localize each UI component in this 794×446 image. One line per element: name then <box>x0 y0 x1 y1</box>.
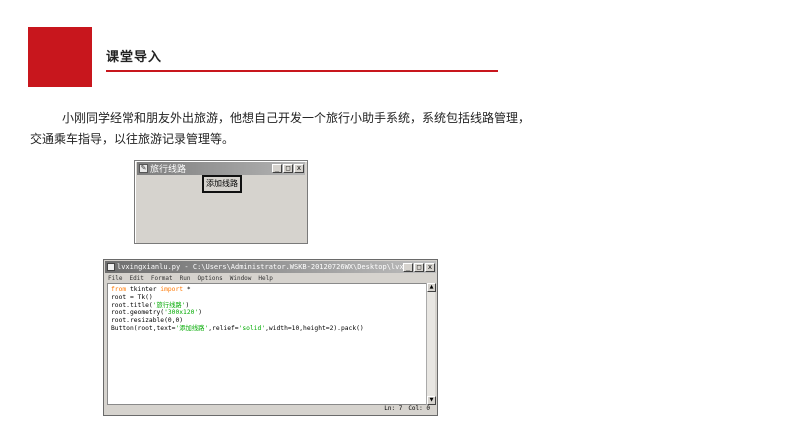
code-string: '300x120' <box>164 309 199 317</box>
code-editor[interactable]: from tkinter import * root = Tk() root.tit… <box>107 283 427 405</box>
menu-format[interactable]: Format <box>151 275 173 282</box>
header-divider <box>106 70 498 72</box>
close-button[interactable]: x <box>294 164 304 173</box>
feather-icon: ✎ <box>139 164 148 173</box>
code-text: Button(root,text= <box>111 324 176 332</box>
code-text: ) <box>198 309 202 317</box>
code-string: 'solid' <box>238 324 266 332</box>
code-text: ) <box>185 301 190 309</box>
vertical-scrollbar[interactable]: ▲ ▼ <box>426 283 436 405</box>
intro-paragraph: 小刚同学经常和朋友外出旅游，他想自己开发一个旅行小助手系统，系统包括线路管理，交… <box>30 111 531 146</box>
menu-file[interactable]: File <box>108 275 122 282</box>
code-text: root.resizable(0,0) <box>111 317 184 325</box>
code-line: root.geometry('300x120') <box>111 309 423 317</box>
header-accent-block <box>28 27 92 87</box>
code-string: '旅行线路' <box>152 301 186 309</box>
tk-window-titlebar[interactable]: ✎ 旅行线路 _ □ x <box>137 162 305 175</box>
idle-editor-window: lvxingxianlu.py - C:\Users\Administrator… <box>103 259 438 416</box>
code-text: root = Tk() <box>111 293 153 301</box>
page-title: 课堂导入 <box>106 50 163 65</box>
status-bar: Ln: 7 Col: 0 <box>107 405 434 414</box>
tk-app-window: ✎ 旅行线路 _ □ x 添加线路 <box>134 160 308 244</box>
menu-edit[interactable]: Edit <box>129 275 143 282</box>
code-text: * <box>183 286 191 293</box>
code-keyword: from <box>111 286 127 293</box>
code-keyword: import <box>160 286 184 293</box>
menu-help[interactable]: Help <box>258 275 272 282</box>
scroll-up-icon[interactable]: ▲ <box>427 283 436 292</box>
code-text: root.title( <box>111 301 153 309</box>
status-col: Col: 0 <box>408 405 430 412</box>
code-text: ,relief= <box>208 324 239 332</box>
tk-window-title: 旅行线路 <box>150 165 187 175</box>
python-file-icon <box>107 263 115 271</box>
menu-run[interactable]: Run <box>180 275 191 282</box>
code-text: tkinter <box>126 286 161 293</box>
code-line: root.resizable(0,0) <box>111 317 423 325</box>
add-route-button[interactable]: 添加线路 <box>202 175 242 193</box>
code-string: '添加线路' <box>175 324 209 332</box>
idle-window-title: lvxingxianlu.py - C:\Users\Administrator… <box>117 263 403 271</box>
code-line: Button(root,text='添加线路',relief='solid',w… <box>111 325 423 333</box>
status-line: Ln: 7 <box>384 405 403 412</box>
code-line: from tkinter import * <box>111 286 423 294</box>
minimize-button[interactable]: _ <box>403 262 413 272</box>
code-line: root.title('旅行线路') <box>111 302 423 310</box>
scroll-down-icon[interactable]: ▼ <box>427 396 436 405</box>
menu-window[interactable]: Window <box>230 275 252 282</box>
maximize-button[interactable]: □ <box>283 164 293 173</box>
close-button[interactable]: x <box>425 262 435 272</box>
code-text: ,width=10,height=2).pack() <box>265 324 364 332</box>
code-text: root.geometry( <box>111 309 165 317</box>
code-line: root = Tk() <box>111 294 423 302</box>
idle-window-titlebar[interactable]: lvxingxianlu.py - C:\Users\Administrator… <box>105 261 436 273</box>
maximize-button[interactable]: □ <box>414 262 424 272</box>
minimize-button[interactable]: _ <box>272 164 282 173</box>
menu-bar: File Edit Format Run Options Window Help <box>104 273 437 283</box>
menu-options[interactable]: Options <box>197 275 222 282</box>
